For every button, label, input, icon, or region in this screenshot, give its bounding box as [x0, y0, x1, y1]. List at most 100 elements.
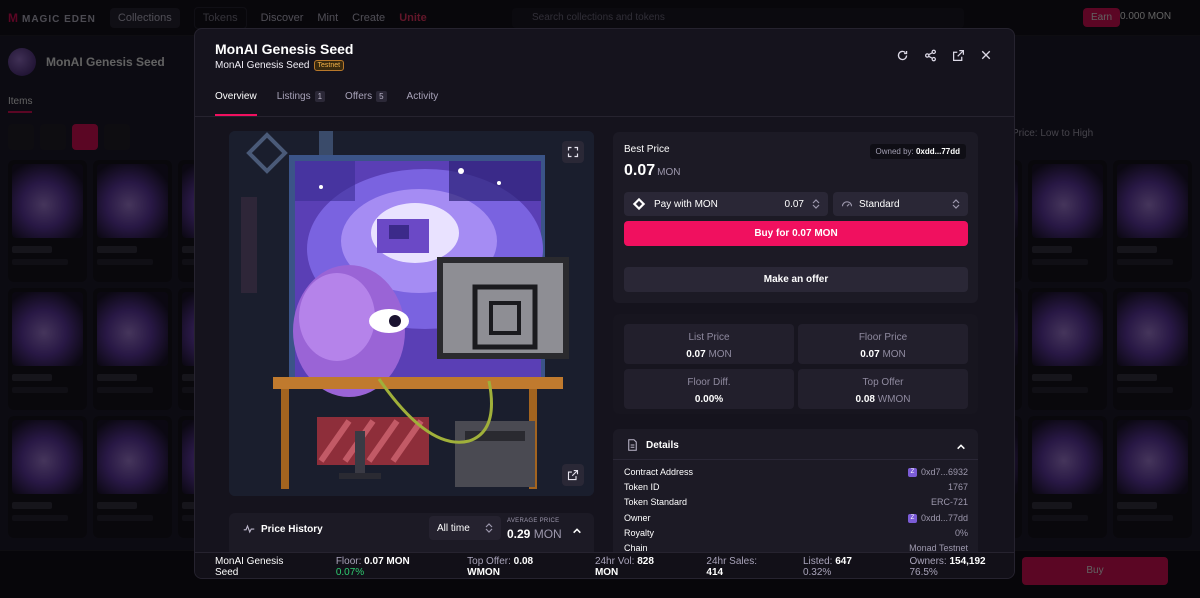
detail-royalty: Royalty 0%: [624, 528, 968, 538]
nav-collections[interactable]: Collections: [109, 7, 180, 28]
select-arrows-icon: [485, 523, 493, 533]
refresh-icon[interactable]: [894, 47, 910, 63]
select-arrows-icon: [812, 199, 820, 209]
wallet-balance[interactable]: 0.000 MON: [1120, 11, 1171, 22]
tab-offers[interactable]: Offers 5: [345, 91, 387, 116]
footer-buy-button[interactable]: Buy: [1022, 557, 1168, 585]
item-meta: [1117, 259, 1173, 265]
gas-speed-select[interactable]: Standard: [833, 192, 968, 216]
item-meta: [97, 387, 153, 393]
owner-link[interactable]: Z 0xdd...77dd: [907, 513, 968, 523]
item-title: MonAI Genesis Seed: [215, 41, 354, 57]
view-grid-small[interactable]: [40, 124, 66, 150]
expand-icon[interactable]: [562, 141, 584, 163]
status-sales: 24hr Sales: 414: [706, 555, 757, 578]
document-icon: [628, 439, 637, 451]
tab-activity[interactable]: Activity: [407, 91, 439, 116]
offers-count: 5: [376, 91, 387, 102]
external-link-icon[interactable]: [950, 47, 966, 63]
item-card[interactable]: [8, 416, 87, 538]
item-thumbnail: [1032, 420, 1103, 494]
item-thumbnail: [1117, 420, 1188, 494]
price-history-header[interactable]: Price History: [243, 523, 323, 535]
view-list[interactable]: [104, 124, 130, 150]
pay-with-select[interactable]: Pay with MON 0.07: [624, 192, 828, 216]
open-media-icon[interactable]: [562, 464, 584, 486]
item-card[interactable]: [93, 288, 172, 410]
item-card[interactable]: [1113, 288, 1192, 410]
collection-name: MonAI Genesis Seed: [46, 55, 165, 69]
item-thumbnail: [12, 420, 83, 494]
item-price: [1117, 374, 1157, 381]
close-icon[interactable]: [978, 47, 994, 63]
item-thumbnail: [1117, 164, 1188, 238]
collection-name-label: MonAI Genesis Seed: [215, 60, 310, 71]
item-price: [12, 246, 52, 253]
item-card[interactable]: [8, 288, 87, 410]
tab-overview[interactable]: Overview: [215, 91, 257, 116]
detail-token-id: Token ID 1767: [624, 482, 968, 492]
best-price-panel: Best Price 0.07 MON Owned by: 0xdd...77dd…: [613, 132, 978, 303]
details-divider: [613, 459, 978, 460]
nav-live[interactable]: Unite: [399, 12, 427, 24]
item-card[interactable]: [93, 160, 172, 282]
item-card[interactable]: [93, 416, 172, 538]
brand-logo[interactable]: M MAGIC EDEN: [8, 11, 96, 25]
pay-with-label: Pay with MON: [654, 198, 718, 210]
nft-artwork[interactable]: [229, 131, 594, 496]
owned-by-badge[interactable]: Owned by: 0xdd...77dd: [869, 144, 966, 159]
details-title: Details: [646, 439, 679, 451]
average-price-label: AVERAGE PRICE: [507, 518, 560, 524]
search-input[interactable]: Search collections and tokens: [512, 8, 964, 28]
item-card[interactable]: [8, 160, 87, 282]
testnet-badge: Testnet: [313, 60, 345, 71]
contract-address-link[interactable]: Z 0xd7...6932: [907, 467, 968, 477]
collection-link[interactable]: MonAI Genesis Seed Testnet: [215, 60, 345, 71]
chain-icon: Z: [907, 467, 917, 477]
item-meta: [12, 515, 68, 521]
time-range-select[interactable]: All time: [429, 516, 501, 540]
average-price-value: 0.29 MON: [507, 527, 562, 541]
chevron-up-icon[interactable]: [956, 439, 966, 457]
item-thumbnail: [97, 164, 168, 238]
best-price-label: Best Price: [624, 144, 670, 155]
nav-tokens[interactable]: Tokens: [193, 6, 247, 29]
item-modal: MonAI Genesis Seed MonAI Genesis Seed Te…: [194, 28, 1015, 579]
item-thumbnail: [97, 420, 168, 494]
nav-create[interactable]: Create: [352, 12, 385, 24]
item-card[interactable]: [1028, 416, 1107, 538]
status-owners: Owners: 154,192 76.5%: [909, 555, 986, 578]
item-price: [12, 502, 52, 509]
item-meta: [97, 259, 153, 265]
view-grid-large[interactable]: [72, 124, 98, 150]
nav-discover[interactable]: Discover: [261, 12, 304, 24]
item-price: [1117, 502, 1157, 509]
price-history-title: Price History: [261, 523, 323, 535]
buy-button[interactable]: Buy for 0.07 MON: [624, 221, 968, 246]
item-price: [97, 246, 137, 253]
make-offer-button[interactable]: Make an offer: [624, 267, 968, 292]
filter-button[interactable]: [8, 124, 34, 150]
pixel-art-image: [229, 131, 594, 496]
chevron-up-icon[interactable]: [572, 523, 582, 541]
nav-mint[interactable]: Mint: [317, 12, 338, 24]
item-card[interactable]: [1113, 416, 1192, 538]
details-header[interactable]: Details: [627, 439, 679, 451]
item-card[interactable]: [1028, 288, 1107, 410]
item-price: [1117, 246, 1157, 253]
gauge-icon: [841, 201, 853, 207]
modal-actions: [894, 47, 994, 63]
item-card[interactable]: [1113, 160, 1192, 282]
sort-select[interactable]: Price: Low to High: [1012, 128, 1093, 139]
tab-listings[interactable]: Listings 1: [277, 91, 326, 116]
stat-list-price: List Price 0.07 MON: [624, 324, 794, 364]
item-price: [97, 502, 137, 509]
item-thumbnail: [1032, 292, 1103, 366]
tab-items[interactable]: Items: [8, 96, 33, 113]
earn-button[interactable]: Earn: [1083, 8, 1121, 27]
status-top-offer: Top Offer: 0.08 WMON: [467, 555, 534, 578]
item-card[interactable]: [1028, 160, 1107, 282]
view-toolbar: [8, 124, 130, 150]
share-icon[interactable]: [922, 47, 938, 63]
gas-speed-label: Standard: [859, 198, 900, 210]
